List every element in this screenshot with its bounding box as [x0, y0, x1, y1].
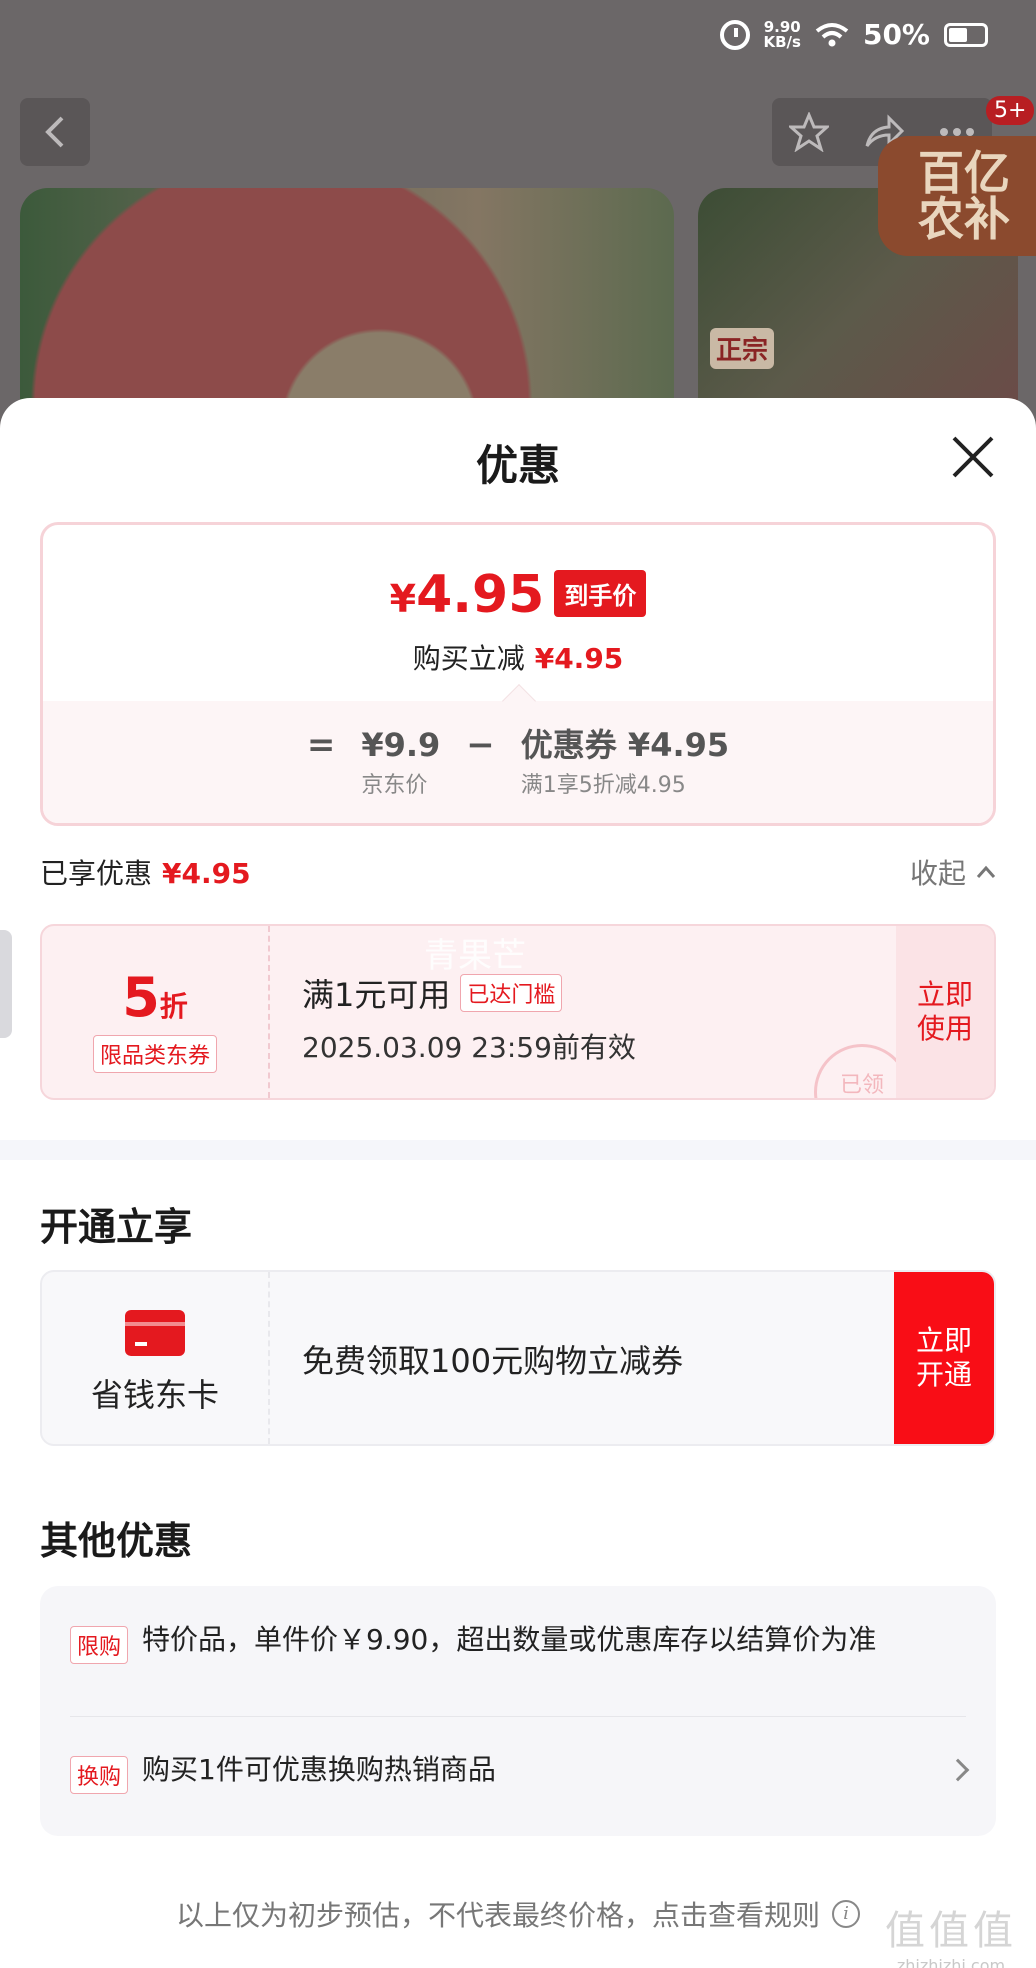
limited-text: 特价品，单件价￥9.90，超出数量或优惠库存以结算价为准 [142, 1623, 877, 1656]
use-coupon-line2: 使用 [916, 1012, 973, 1045]
collapse-label: 收起 [909, 857, 966, 890]
card-icon [125, 1310, 185, 1356]
background-page: 9.90 KB/s 50% 正宗 百亿 农补 5+ [0, 0, 1036, 428]
status-bar: 9.90 KB/s 50% [0, 0, 1036, 72]
discount-sheet: 优惠 ¥4.95 到手价 购买立减 ¥4.95 = ¥9.9 京东价 − 优惠券… [0, 398, 1036, 1968]
coupon-term: 优惠券 ¥4.95 满1享5折减4.95 [521, 725, 729, 799]
edge-handle[interactable] [0, 930, 12, 1038]
product-image-main[interactable] [20, 188, 674, 428]
close-icon[interactable] [950, 434, 996, 480]
collapse-button[interactable]: 收起 [910, 852, 996, 892]
final-price-value: 4.95 [416, 565, 545, 625]
open-card-button[interactable]: 立即 开通 [894, 1272, 994, 1444]
other-section-title: 其他优惠 [40, 1519, 193, 1563]
open-card-line1: 立即 [915, 1324, 972, 1357]
battery-icon [944, 22, 988, 47]
promo-sticker-line1: 百亿 [918, 146, 1010, 200]
coupon-discount-num: 5 [122, 966, 160, 1029]
direct-discount-label: 购买立减 [412, 642, 525, 675]
open-section-title: 开通立享 [40, 1205, 193, 1249]
coupon-threshold-badge: 已达门槛 [460, 974, 563, 1012]
savings-card-left: 省钱东卡 [42, 1272, 270, 1444]
coupon-validity: 2025.03.09 23:59前有效 [302, 1031, 636, 1064]
jd-price: ¥9.9 [361, 726, 441, 764]
footnote-text: 以上仅为初步预估，不代表最终价格，点击查看规则 [175, 1899, 820, 1932]
limited-tag: 限购 [70, 1626, 129, 1664]
coupon-discount-unit: 折 [159, 990, 188, 1023]
other-offers-box: 限购 特价品，单件价￥9.90，超出数量或优惠库存以结算价为准 换购 购买1件可… [40, 1586, 996, 1836]
open-card-line2: 开通 [915, 1358, 972, 1391]
savings-card-offer: 省钱东卡 免费领取100元购物立减券 立即 开通 [40, 1270, 996, 1446]
savings-card-description: 免费领取100元购物立减券 [302, 1342, 684, 1380]
exchange-tag: 换购 [70, 1756, 129, 1794]
status-right: 9.90 KB/s 50% [719, 18, 988, 51]
net-speed-unit: KB/s [763, 32, 801, 51]
wifi-icon [815, 22, 849, 46]
final-price-symbol: ¥ [389, 577, 417, 621]
jd-price-label: 京东价 [361, 773, 428, 798]
final-price-tag: 到手价 [554, 570, 647, 617]
promo-sticker[interactable]: 百亿 农补 [878, 136, 1036, 256]
watermark-big: 值值值 [885, 1908, 1017, 1954]
net-speed: 9.90 KB/s [763, 19, 801, 51]
price-formula: = ¥9.9 京东价 − 优惠券 ¥4.95 满1享5折减4.95 [43, 725, 993, 799]
message-badge: 5+ [986, 96, 1035, 125]
coupon-type: 限品类东券 [92, 1035, 217, 1073]
section-divider [0, 1140, 1036, 1160]
jd-price-term: ¥9.9 京东价 [361, 725, 440, 799]
info-icon[interactable]: i [832, 1900, 860, 1928]
price-formula-section: = ¥9.9 京东价 − 优惠券 ¥4.95 满1享5折减4.95 [43, 684, 993, 823]
minus-sign: − [466, 725, 495, 765]
list-item-limited: 限购 特价品，单件价￥9.90，超出数量或优惠库存以结算价为准 [70, 1622, 970, 1664]
coupon-amount: 优惠券 ¥4.95 [520, 726, 730, 764]
price-breakdown-card: ¥4.95 到手价 购买立减 ¥4.95 = ¥9.9 京东价 − 优惠券 ¥4.… [40, 522, 996, 826]
coupon-left: 5折 限品类东券 [42, 926, 270, 1098]
battery-percent: 50% [862, 18, 930, 51]
savings-card-name: 省钱东卡 [90, 1376, 219, 1414]
enjoyed-label: 已享优惠 [40, 857, 153, 890]
use-coupon-line1: 立即 [916, 978, 973, 1011]
enjoyed-amount: ¥4.95 [162, 857, 251, 890]
direct-discount-row: 购买立减 ¥4.95 [43, 637, 993, 677]
chevron-up-icon [976, 865, 996, 878]
coupon-discount: 5折 [42, 966, 268, 1029]
use-coupon-button[interactable]: 立即 使用 [896, 926, 994, 1098]
alarm-icon [719, 19, 750, 50]
direct-discount-amount: ¥4.95 [534, 642, 624, 675]
back-icon [45, 116, 64, 148]
watermark-small: zhizhizhi.com [896, 1956, 1006, 1968]
back-button[interactable] [20, 98, 90, 166]
list-item-exchange[interactable]: 换购 购买1件可优惠换购热销商品 [70, 1752, 970, 1794]
hero-tag: 正宗 [710, 328, 775, 369]
star-icon[interactable] [789, 112, 829, 152]
coupon-rule: 满1享5折减4.95 [520, 773, 686, 798]
exchange-text: 购买1件可优惠换购热销商品 [142, 1753, 496, 1786]
offer-divider [70, 1716, 966, 1717]
equals-sign: = [306, 725, 336, 765]
enjoyed-discount-row: 已享优惠 ¥4.95 收起 [40, 852, 996, 892]
sheet-title: 优惠 [475, 441, 560, 490]
final-price-section: ¥4.95 到手价 购买立减 ¥4.95 [43, 525, 993, 701]
final-price: ¥4.95 [390, 569, 545, 625]
promo-sticker-line2: 农补 [918, 192, 1010, 246]
site-watermark: 值值值 zhizhizhi.com [876, 1898, 1026, 1968]
coupon-info: 满1元可用 已达门槛 2025.03.09 23:59前有效 [302, 970, 636, 1066]
coupon-watermark: 青果芒 [424, 936, 526, 976]
